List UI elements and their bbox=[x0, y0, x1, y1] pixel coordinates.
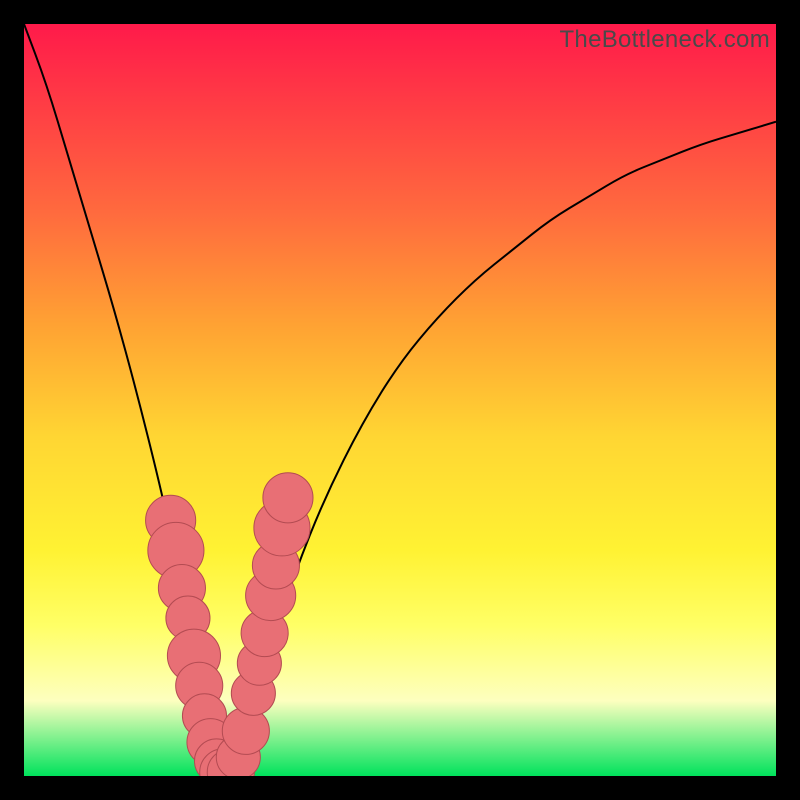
curves-layer bbox=[24, 24, 776, 776]
chart-frame: TheBottleneck.com bbox=[24, 24, 776, 776]
curve-right-branch bbox=[227, 122, 776, 776]
watermark-text: TheBottleneck.com bbox=[559, 26, 770, 54]
plot-area: TheBottleneck.com bbox=[24, 24, 776, 776]
valley-marker-dot bbox=[263, 473, 313, 523]
valley-markers bbox=[146, 473, 313, 776]
right-branch-path bbox=[227, 122, 776, 776]
